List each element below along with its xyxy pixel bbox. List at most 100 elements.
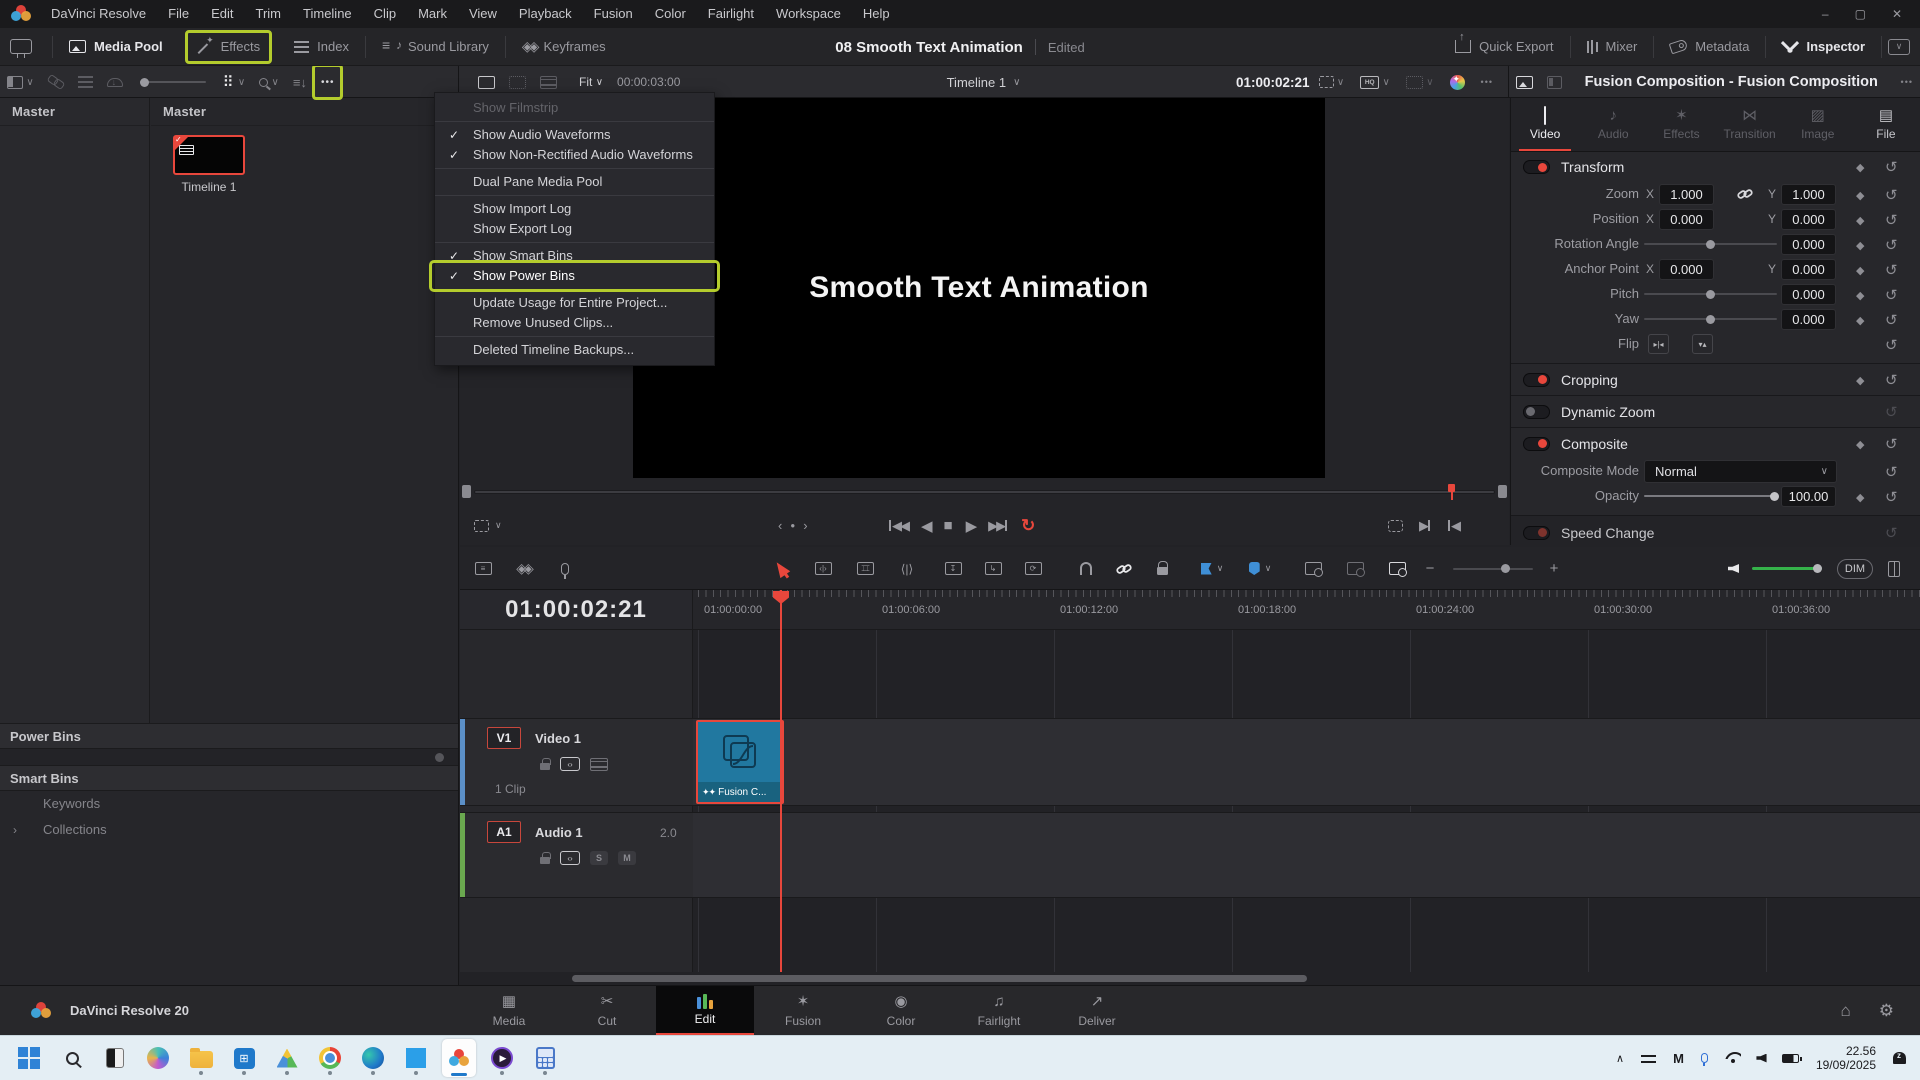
keyframe-icon[interactable]: ◆ (1856, 264, 1864, 277)
loop-range-icon[interactable] (1388, 520, 1403, 532)
stacked-timelines-icon[interactable]: ◈◈ (508, 547, 538, 590)
menu-color[interactable]: Color (644, 0, 697, 28)
loop-button[interactable]: ↻ (1021, 516, 1035, 536)
keyframes-button[interactable]: ◈◈ Keyframes (512, 32, 616, 62)
play-to-end-icon[interactable]: ▶ (1419, 518, 1431, 534)
clip-info-icon[interactable] (71, 66, 100, 98)
pitch-slider[interactable] (1644, 293, 1777, 295)
tray-m-app-icon[interactable]: M (1673, 1051, 1684, 1066)
page-deliver[interactable]: ↗ Deliver (1048, 986, 1146, 1036)
menu-workspace[interactable]: Workspace (765, 0, 852, 28)
keyframe-icon[interactable]: ◆ (1856, 491, 1864, 504)
link-clips-icon[interactable] (1110, 547, 1138, 590)
battery-icon[interactable] (1782, 1054, 1799, 1063)
menu-fusion[interactable]: Fusion (583, 0, 644, 28)
position-x-input[interactable]: 0.000 (1659, 209, 1714, 230)
start-button[interactable] (12, 1039, 46, 1077)
flag-button[interactable]: ∨ (1192, 547, 1232, 590)
reset-icon[interactable]: ↺ (1885, 403, 1898, 421)
tray-equalizer-icon[interactable] (1641, 1053, 1656, 1064)
sound-library-button[interactable]: Sound Library (372, 32, 499, 62)
keyframe-icon[interactable]: ◆ (1856, 239, 1864, 252)
tray-speaker-icon[interactable] (1756, 1054, 1767, 1063)
track-badge[interactable]: A1 (487, 821, 521, 843)
media-pool-button[interactable]: Media Pool (59, 32, 173, 62)
inspector-image-icon[interactable] (1509, 66, 1540, 98)
voiceover-mic-icon[interactable] (550, 547, 580, 590)
rotation-input[interactable]: 0.000 (1781, 234, 1836, 255)
zoom-custom-icon[interactable] (1382, 547, 1412, 590)
cropping-toggle[interactable] (1523, 373, 1550, 387)
audio-meters-icon[interactable] (1882, 547, 1906, 590)
keyframe-icon[interactable]: ◆ (1856, 161, 1864, 174)
reset-icon[interactable]: ↺ (1885, 186, 1898, 204)
metadata-button[interactable]: Metadata (1660, 32, 1759, 62)
insert-clip-button[interactable]: ↧ (938, 547, 968, 590)
marker-button[interactable]: ∨ (1240, 547, 1280, 590)
lock-icon[interactable] (540, 857, 550, 864)
jog-wheel-icon[interactable]: ● (790, 521, 795, 530)
menu-item-update-usage[interactable]: ✓Update Usage for Entire Project... (435, 293, 714, 313)
media-pool-options-button[interactable]: ••• (314, 66, 342, 98)
transform-overlay-icon[interactable] (474, 520, 489, 532)
menu-item-deleted-timeline-backups[interactable]: ✓Deleted Timeline Backups... (435, 340, 714, 360)
zoom-y-input[interactable]: 1.000 (1781, 184, 1836, 205)
speed-change-toggle[interactable] (1523, 526, 1550, 540)
tray-chevron-up-icon[interactable]: ∧ (1616, 1052, 1624, 1065)
filmstrip-icon[interactable] (590, 758, 608, 771)
position-lock-icon[interactable] (1148, 547, 1176, 590)
opacity-input[interactable]: 100.00 (1781, 486, 1836, 507)
tab-file[interactable]: ▤ File (1852, 98, 1920, 151)
taskbar-search-icon[interactable] (55, 1039, 89, 1077)
reset-icon[interactable]: ↺ (1885, 336, 1898, 354)
scrub-playhead[interactable] (1448, 484, 1455, 492)
davinci-resolve-taskbar-icon[interactable] (442, 1039, 476, 1077)
viewer-scrubber[interactable] (462, 484, 1507, 502)
scrub-start-handle[interactable] (462, 485, 471, 498)
link-icon[interactable] (1736, 185, 1754, 203)
audio-track-header[interactable]: A1 Audio 1 2.0 ‹› S M (460, 812, 693, 898)
zoom-detail-icon[interactable] (1340, 547, 1370, 590)
menu-view[interactable]: View (458, 0, 508, 28)
lock-icon[interactable] (540, 763, 550, 770)
menu-mark[interactable]: Mark (407, 0, 458, 28)
remote-monitoring-icon[interactable] (10, 39, 32, 54)
home-button[interactable]: ⌂ (1840, 1001, 1850, 1021)
stabilize-view-button[interactable]: ∨ (1399, 66, 1441, 98)
page-media[interactable]: ▦ Media (460, 986, 558, 1036)
zoom-in-button[interactable]: + (1542, 547, 1566, 590)
audio-speaker-icon[interactable] (1722, 547, 1744, 590)
rotation-slider[interactable] (1644, 243, 1777, 245)
step-back-button[interactable]: ◀ (921, 517, 931, 535)
reset-icon[interactable]: ↺ (1885, 435, 1898, 453)
keyframe-icon[interactable]: ◆ (1856, 374, 1864, 387)
unlink-bin-icon[interactable] (41, 66, 71, 98)
play-from-start-icon[interactable]: ◀ (1447, 518, 1459, 534)
composite-mode-select[interactable]: Normal ∨ (1644, 460, 1837, 483)
menu-clip[interactable]: Clip (363, 0, 407, 28)
page-fairlight[interactable]: ♫ Fairlight (950, 986, 1048, 1036)
auto-select-icon[interactable]: ‹› (560, 851, 580, 865)
video-track-content[interactable]: ✦✦ Fusion C... (693, 718, 1920, 806)
jog-right-icon[interactable]: › (803, 518, 807, 533)
settings-gear-button[interactable]: ⚙ (1879, 1001, 1894, 1021)
go-to-end-button[interactable]: ▶▶ (988, 518, 1008, 534)
menu-item-show-audio-waveforms[interactable]: ✓Show Audio Waveforms (435, 125, 714, 145)
mixer-button[interactable]: Mixer (1577, 32, 1648, 62)
reset-icon[interactable]: ↺ (1885, 463, 1898, 481)
composite-toggle[interactable] (1523, 437, 1550, 451)
tray-microphone-icon[interactable] (1701, 1053, 1708, 1063)
sort-button[interactable]: ≡↓ (286, 66, 314, 98)
menu-playback[interactable]: Playback (508, 0, 583, 28)
keyframe-icon[interactable]: ◆ (1856, 314, 1864, 327)
page-color[interactable]: ◉ Color (852, 986, 950, 1036)
fusion-clip[interactable]: ✦✦ Fusion C... (696, 720, 784, 804)
scrub-end-handle[interactable] (1498, 485, 1507, 498)
minimize-button[interactable]: – (1822, 7, 1829, 21)
timeline-view-options-icon[interactable]: ≡ (468, 547, 498, 590)
scale-mode-button[interactable]: ∨ (1312, 66, 1352, 98)
jog-left-icon[interactable]: ‹ (778, 518, 782, 533)
page-fusion[interactable]: ✶ Fusion (754, 986, 852, 1036)
timeline-horizontal-scrollbar[interactable] (572, 975, 1307, 982)
yaw-input[interactable]: 0.000 (1781, 309, 1836, 330)
